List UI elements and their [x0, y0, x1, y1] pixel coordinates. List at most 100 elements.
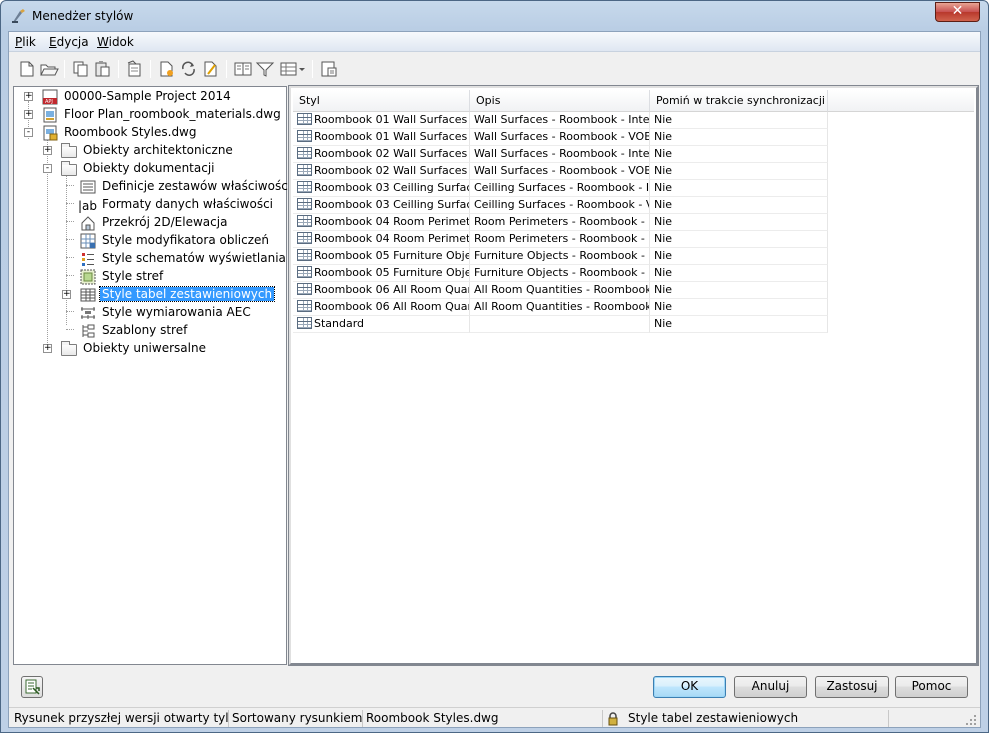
- status-bar: Rysunek przyszłej wersji otwarty tylko d…: [9, 707, 980, 727]
- cell-text: Roombook 01 Wall Surfaces -...: [314, 130, 470, 143]
- tree-node-schedule-table-styles[interactable]: + Style tabel zestawieniowych: [14, 286, 284, 304]
- tree-node-documentation-objects[interactable]: - Obiekty dokumentacji: [14, 160, 284, 178]
- table-style-icon: [297, 147, 312, 159]
- cell-description: Wall Surfaces - Roombook - Inte...: [470, 112, 650, 129]
- resize-grip-icon[interactable]: [965, 714, 977, 726]
- paste-icon[interactable]: [93, 60, 113, 78]
- expand-toggle[interactable]: +: [43, 146, 52, 155]
- status-version-warning: Rysunek przyszłej wersji otwarty tylko d…: [11, 710, 229, 727]
- cell-description: [470, 316, 650, 333]
- cell-skip-sync: Nie: [650, 265, 828, 282]
- cell-text: Room Perimeters - Roombook - I...: [474, 215, 650, 228]
- cell-text: Roombook 02 Wall Surfaces -...: [314, 147, 470, 160]
- table-style-icon: [297, 317, 312, 329]
- view-mode-icon[interactable]: [279, 60, 307, 78]
- tree-node-project[interactable]: + APJ 00000-Sample Project 2014: [14, 88, 284, 106]
- cell-style-name: Roombook 03 Ceilling Surface...: [293, 197, 470, 214]
- style-tree[interactable]: + APJ 00000-Sample Project 2014 + Floor …: [13, 86, 291, 665]
- folder-icon: [61, 143, 77, 158]
- help-icon[interactable]: [319, 60, 339, 78]
- ok-button[interactable]: OK: [653, 676, 726, 698]
- cell-style-name: Roombook 01 Wall Surfaces -...: [293, 112, 470, 129]
- tree-node-zone-templates[interactable]: Szablony stref: [14, 322, 284, 340]
- cell-text: Roombook 04 Room Perimete...: [314, 232, 470, 245]
- tree-node-aec-dimension-styles[interactable]: Style wymiarowania AEC: [14, 304, 284, 322]
- menu-widok[interactable]: Widok: [97, 35, 134, 49]
- cell-skip-sync: Nie: [650, 282, 828, 299]
- help-button[interactable]: Pomoc: [895, 676, 968, 698]
- cell-style-name: Roombook 03 Ceilling Surface...: [293, 180, 470, 197]
- menu-plik[interactable]: Plik: [15, 35, 36, 49]
- collapse-toggle[interactable]: -: [43, 164, 52, 173]
- table-style-icon: [297, 232, 312, 244]
- cell-skip-sync: Nie: [650, 180, 828, 197]
- tree-node-2d-section-elevation[interactable]: Przekrój 2D/Elewacja: [14, 214, 284, 232]
- tree-node-roombook-styles[interactable]: - Roombook Styles.dwg: [14, 124, 284, 142]
- apply-button-label: Zastosuj: [826, 679, 878, 693]
- cell-text: Wall Surfaces - Roombook - Inte...: [474, 113, 650, 126]
- zone-template-icon: [82, 324, 95, 338]
- column-header-style[interactable]: Styl: [293, 90, 470, 112]
- apply-button[interactable]: Zastosuj: [815, 676, 889, 698]
- title-bar[interactable]: Menedżer stylów ✕: [1, 1, 988, 31]
- cell-text: Nie: [654, 283, 673, 296]
- table-style-icon: [297, 198, 312, 210]
- cell-description: Ceilling Surfaces - Roombook - I...: [470, 180, 650, 197]
- cell-skip-sync: Nie: [650, 316, 828, 333]
- table-style-icon: [297, 249, 312, 261]
- cell-text: Nie: [654, 232, 673, 245]
- cell-description: Ceilling Surfaces - Roombook - V...: [470, 197, 650, 214]
- expand-toggle[interactable]: +: [24, 110, 33, 119]
- tree-node-calc-modifier-styles[interactable]: Style modyfikatora obliczeń: [14, 232, 284, 250]
- tree-node-label: Roombook Styles.dwg: [64, 125, 197, 139]
- cell-skip-sync: Nie: [650, 214, 828, 231]
- cell-text: Roombook 05 Furniture Obje...: [314, 266, 470, 279]
- zone-style-icon: [80, 269, 96, 285]
- tree-node-zone-styles[interactable]: Style stref: [14, 268, 284, 286]
- column-header-skip-sync[interactable]: Pomiń w trakcie synchronizacji s...: [650, 90, 828, 112]
- tree-node-property-data-formats[interactable]: |ab Formaty danych właściwości: [14, 196, 284, 214]
- cell-text: Nie: [654, 198, 673, 211]
- tree-node-floor-plan[interactable]: + Floor Plan_roombook_materials.dwg: [14, 106, 284, 124]
- style-list[interactable]: Styl Opis Pomiń w trakcie synchronizacji…: [288, 85, 979, 666]
- display-theme-icon: [82, 253, 94, 266]
- cell-skip-sync: Nie: [650, 146, 828, 163]
- tree-node-display-theme-styles[interactable]: Style schematów wyświetlania: [14, 250, 286, 268]
- expand-toggle[interactable]: +: [24, 92, 33, 101]
- open-drawing-icon[interactable]: [39, 60, 59, 78]
- cell-text: Roombook 06 All Room Quan...: [314, 300, 470, 313]
- dialog-client-area: Plik Edycja Widok + APJ 00000-Sample Pro…: [8, 31, 981, 728]
- purge-icon[interactable]: [125, 60, 145, 78]
- filter-icon[interactable]: [255, 60, 275, 78]
- expand-toggle[interactable]: +: [62, 290, 71, 299]
- drawing-icon: [43, 107, 57, 123]
- copy-icon[interactable]: [71, 60, 91, 78]
- cell-description: Furniture Objects - Roombook - ...: [470, 265, 650, 282]
- cell-text: Furniture Objects - Roombook - ...: [474, 249, 650, 262]
- new-style-icon[interactable]: [157, 60, 177, 78]
- tree-node-label: Style stref: [102, 269, 164, 283]
- collapse-toggle[interactable]: -: [24, 128, 33, 137]
- sync-icon[interactable]: [179, 60, 199, 78]
- tree-node-property-set-definitions[interactable]: Definicje zestawów właściwości: [14, 178, 291, 196]
- expand-toggle[interactable]: +: [43, 344, 52, 353]
- close-button[interactable]: ✕: [935, 2, 980, 22]
- edit-icon[interactable]: [201, 60, 221, 78]
- tree-node-universal-objects[interactable]: + Obiekty uniwersalne: [14, 340, 284, 358]
- tree-node-architectural-objects[interactable]: + Obiekty architektoniczne: [14, 142, 284, 160]
- menu-edycja[interactable]: Edycja: [49, 35, 89, 49]
- tree-node-label: Przekrój 2D/Elewacja: [102, 215, 228, 229]
- cell-skip-sync: Nie: [650, 129, 828, 146]
- cell-text: Roombook 06 All Room Quan...: [314, 283, 470, 296]
- cancel-button[interactable]: Anuluj: [734, 676, 807, 698]
- table-style-icon: [297, 266, 312, 278]
- cell-style-name: Roombook 04 Room Perimete...: [293, 231, 470, 248]
- project-navigator-button[interactable]: [21, 676, 43, 698]
- cell-description: Wall Surfaces - Roombook - VOB...: [470, 129, 650, 146]
- new-drawing-icon[interactable]: [17, 60, 37, 78]
- toggle-view-icon[interactable]: [233, 60, 253, 78]
- cell-description: All Room Quantities - Roombook ...: [470, 282, 650, 299]
- cell-description: Wall Surfaces - Roombook - VOB...: [470, 163, 650, 180]
- column-header-description[interactable]: Opis: [470, 90, 650, 112]
- elevation-icon: [81, 216, 95, 231]
